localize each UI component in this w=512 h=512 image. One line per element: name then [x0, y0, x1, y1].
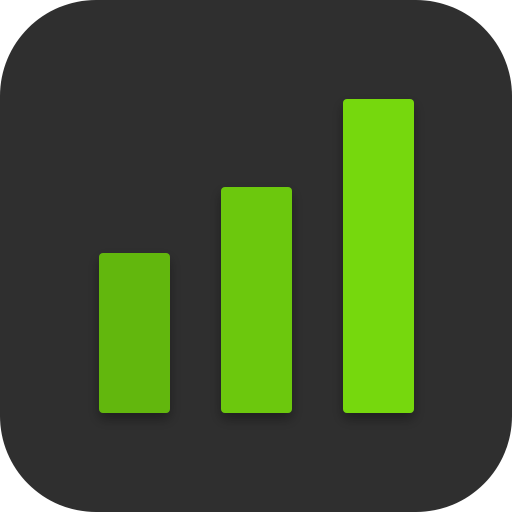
signal-bar-medium — [221, 187, 292, 413]
signal-bar-high — [343, 99, 414, 413]
app-icon[interactable] — [0, 0, 512, 512]
signal-strength-bars-icon — [99, 99, 414, 413]
signal-bar-low — [99, 253, 170, 413]
